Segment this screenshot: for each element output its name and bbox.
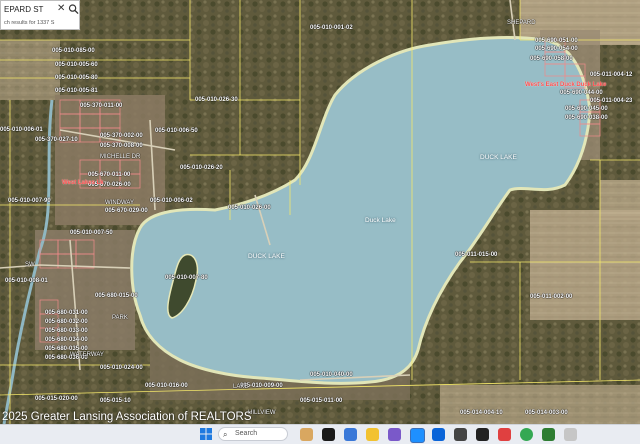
street-label: LAKE — [233, 384, 249, 390]
parcel-label: 005-010-085-00 — [52, 48, 95, 54]
parcel-label: 005-680-034-00 — [45, 337, 88, 343]
close-icon[interactable]: ✕ — [57, 3, 67, 15]
parcel-label: 005-680-015-00 — [95, 293, 138, 299]
parcel-label: 005-010-007-50 — [70, 230, 113, 236]
parcel-label: 005-010-026-30 — [195, 97, 238, 103]
parcel-label: 005-370-002-00 — [100, 133, 143, 139]
parcel-label: 005-680-031-00 — [45, 310, 88, 316]
search-input[interactable]: EPARD ST — [4, 5, 43, 14]
parcel-label: 005-670-029-00 — [105, 208, 148, 214]
copyright-notice: 2025 Greater Lansing Association of REAL… — [2, 411, 252, 423]
chrome-icon[interactable] — [520, 428, 533, 441]
parcel-label: 005-370-011-00 — [80, 103, 123, 109]
parcel-label: 005-010-006-02 — [150, 198, 193, 204]
lake-label-west: DUCK LAKE — [248, 253, 285, 260]
app-icon[interactable] — [564, 428, 577, 441]
excel-icon[interactable] — [542, 428, 555, 441]
street-label: MICHELLE DR — [100, 154, 141, 160]
lake-label-east: DUCK LAKE — [480, 154, 517, 161]
street-label: PARK — [112, 315, 128, 321]
parcel-label: 005-370-027-10 — [35, 137, 78, 143]
task-view-icon[interactable] — [322, 428, 335, 441]
red-label-east: West's East Duck Duck Lake — [525, 82, 607, 88]
parcel-label: 005-690-038-00 — [565, 115, 608, 121]
street-label: SW — [25, 262, 35, 268]
taskbar-search-label: Search — [235, 430, 258, 437]
parcel-label: 005-010-040-00 — [310, 372, 353, 378]
store-icon[interactable] — [454, 428, 467, 441]
street-label: HILLVIEW — [248, 410, 276, 416]
parcel-label: 005-010-005-81 — [55, 88, 98, 94]
parcel-label: 005-015-10 — [100, 398, 131, 404]
parcel-label: 005-015-020-00 — [35, 396, 78, 402]
parcel-label: 005-010-006-50 — [155, 128, 198, 134]
parcel-label: 005-011-015-00 — [455, 252, 498, 258]
parcel-label: 005-370-008-00 — [100, 143, 143, 149]
windows-start-icon[interactable] — [200, 428, 212, 440]
search-icon: ⌕ — [223, 430, 228, 439]
parcel-label: 005-010-005-80 — [55, 75, 98, 81]
widget-icon[interactable] — [300, 428, 313, 441]
street-label: WATERWAY — [70, 352, 104, 358]
parcel-label: 005-010-006-01 — [0, 127, 43, 133]
parcel-label: 005-011-002-00 — [530, 294, 573, 300]
street-label: SHEPARD — [507, 20, 536, 26]
amazon-icon[interactable] — [476, 428, 489, 441]
taskbar-search-box[interactable]: ⌕ Search — [218, 427, 288, 441]
search-results-hint: ch results for 1337 S — [4, 20, 55, 26]
parcel-label: 005-011-004-12 — [590, 72, 633, 78]
parcel-label: 005-010-026-20 — [180, 165, 223, 171]
parcel-label: 005-680-032-00 — [45, 319, 88, 325]
address-search-box[interactable]: EPARD ST ✕ ch results for 1337 S — [0, 0, 80, 30]
parcel-label: 005-690-044-00 — [560, 90, 603, 96]
parcel-label: 005-010-001-02 — [310, 25, 353, 31]
parcel-label: 005-680-033-00 — [45, 328, 88, 334]
red-label-west: West Lakes Lk — [62, 180, 104, 186]
lake-label-center: Duck Lake — [365, 217, 396, 224]
parcel-label: 005-690-045-00 — [565, 106, 608, 112]
mail-icon[interactable] — [432, 428, 445, 441]
parcel-label: 005-010-024-00 — [100, 365, 143, 371]
copilot-icon[interactable] — [388, 428, 401, 441]
parcel-label: 005-010-007-80 — [165, 275, 208, 281]
parcel-label: 005-015-011-00 — [300, 398, 343, 404]
parcel-label: 005-014-004-10 — [460, 410, 503, 416]
parcel-label: 005-690-051-00 — [535, 38, 578, 44]
parcel-label: 005-011-004-23 — [590, 98, 633, 104]
parcel-label: 005-690-054-00 — [535, 46, 578, 52]
file-explorer-icon[interactable] — [366, 428, 379, 441]
parcel-label: 005-010-026-00 — [228, 205, 271, 211]
windows-taskbar: ⌕ Search — [0, 424, 640, 444]
parcel-label: 005-690-058-00 — [530, 56, 573, 62]
parcel-label: 005-010-005-60 — [55, 62, 98, 68]
parcel-label: 005-010-016-00 — [145, 383, 188, 389]
app-icon[interactable] — [498, 428, 511, 441]
parcel-label: 005-010-008-01 — [5, 278, 48, 284]
street-label: WINDWAY — [105, 200, 134, 206]
parcel-label: 005-670-011-00 — [88, 172, 131, 178]
edge-browser-icon[interactable] — [410, 428, 425, 443]
search-icon[interactable] — [68, 3, 79, 15]
parcel-label: 005-014-003-00 — [525, 410, 568, 416]
parcel-label: 005-010-007-90 — [8, 198, 51, 204]
chat-icon[interactable] — [344, 428, 357, 441]
